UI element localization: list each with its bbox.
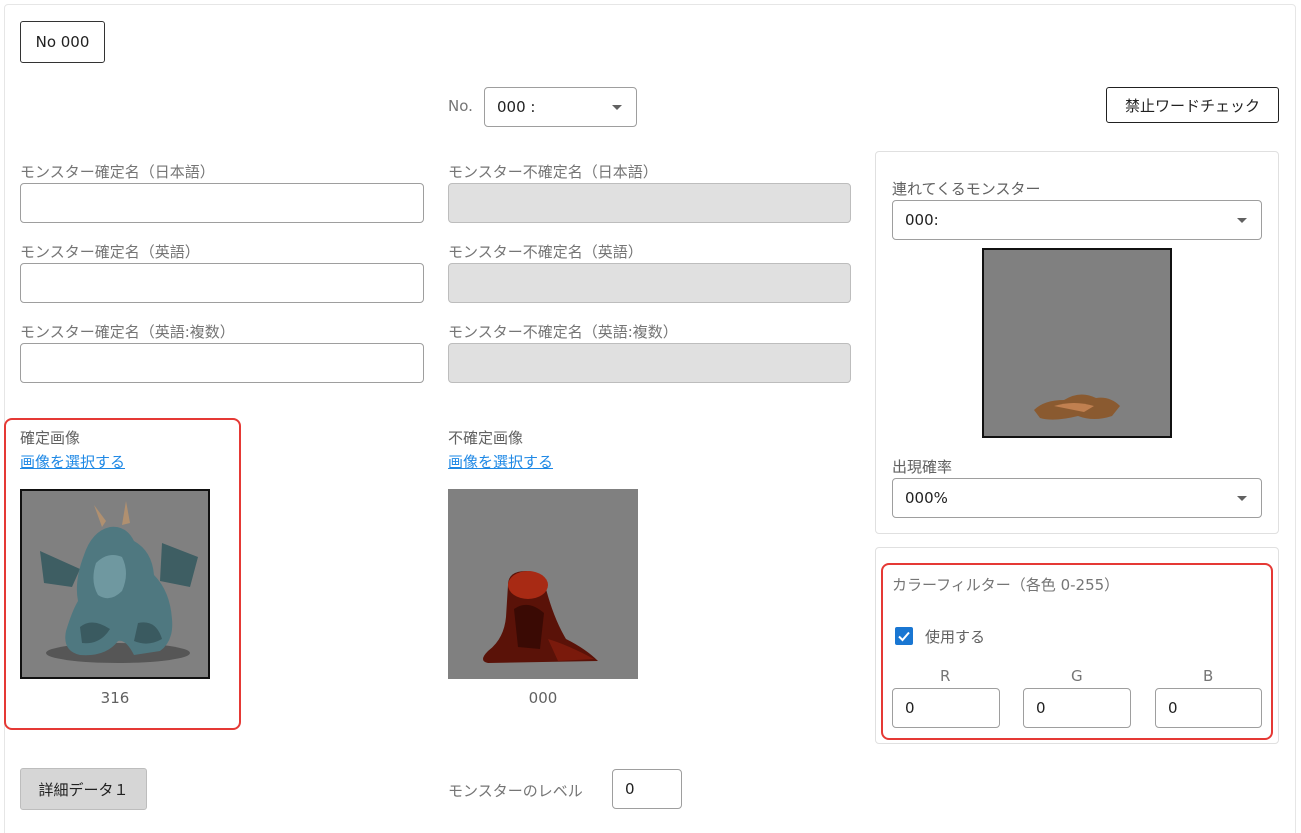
g-field[interactable]: 0 [1023,688,1131,728]
chevron-down-icon [612,105,622,110]
appearance-rate-select[interactable]: 000% [892,478,1262,518]
g-value: 0 [1036,699,1046,717]
monster-level-field[interactable]: 0 [612,769,682,809]
unconfirmed-image-label: 不確定画像 [448,429,524,447]
color-filter-title: カラーフィルター（各色 0-255） [892,576,1120,594]
b-field[interactable]: 0 [1155,688,1262,728]
monster-level-label: モンスターのレベル [448,782,583,800]
appearance-rate-value: 000% [905,489,948,507]
companion-select[interactable]: 000: [892,200,1262,240]
unconfirmed-name-ja-label: モンスター不確定名（日本語） [448,163,658,181]
no-select-label: No. [448,97,473,115]
ng-word-check-button[interactable]: 禁止ワードチェック [1106,87,1279,123]
confirmed-name-ja-label: モンスター確定名（日本語） [20,163,215,181]
flat-monster-icon [1034,394,1120,420]
no-badge-text: No 000 [35,33,90,51]
use-filter-label: 使用する [925,628,986,646]
no-select[interactable]: 000 : [484,87,637,127]
companion-select-value: 000: [905,211,939,229]
confirmed-monster-image [20,489,210,679]
confirmed-image-caption: 316 [100,689,130,707]
check-icon [898,631,910,642]
companion-monster-image [982,248,1172,438]
r-value: 0 [905,699,915,717]
demon-monster-icon [40,501,198,663]
confirmed-name-en-label: モンスター確定名（英語） [20,243,200,261]
confirmed-name-en-plural-label: モンスター確定名（英語:複数） [20,323,235,341]
unconfirmed-monster-image [448,489,638,679]
use-filter-checkbox[interactable] [895,627,913,645]
b-value: 0 [1168,699,1178,717]
unconfirmed-name-en-plural-field [448,343,851,383]
unconfirmed-name-en-plural-label: モンスター不確定名（英語:複数） [448,323,678,341]
no-select-value: 000 : [497,98,536,116]
g-label: G [1071,667,1083,685]
unconfirmed-name-en-label: モンスター不確定名（英語） [448,243,643,261]
monster-level-value: 0 [625,780,635,798]
unconfirmed-name-en-field [448,263,851,303]
detail-data-button[interactable]: 詳細データ１ [20,768,147,810]
confirmed-name-en-field[interactable] [20,263,424,303]
confirmed-name-en-plural-field[interactable] [20,343,424,383]
chevron-down-icon [1237,496,1247,501]
slime-monster-icon [483,571,598,663]
confirmed-image-label: 確定画像 [20,429,81,447]
r-field[interactable]: 0 [892,688,1000,728]
r-label: R [940,667,951,685]
unconfirmed-image-caption: 000 [528,689,558,707]
no-badge: No 000 [20,21,105,63]
companion-label: 連れてくるモンスター [892,180,1041,198]
confirmed-image-select-link[interactable]: 画像を選択する [20,451,125,472]
ng-word-check-label: 禁止ワードチェック [1124,96,1260,115]
detail-data-label: 詳細データ１ [38,780,129,799]
unconfirmed-image-select-link[interactable]: 画像を選択する [448,451,553,472]
unconfirmed-name-ja-field [448,183,851,223]
confirmed-name-ja-field[interactable] [20,183,424,223]
appearance-rate-label: 出現確率 [892,458,953,476]
b-label: B [1203,667,1214,685]
chevron-down-icon [1237,218,1247,223]
